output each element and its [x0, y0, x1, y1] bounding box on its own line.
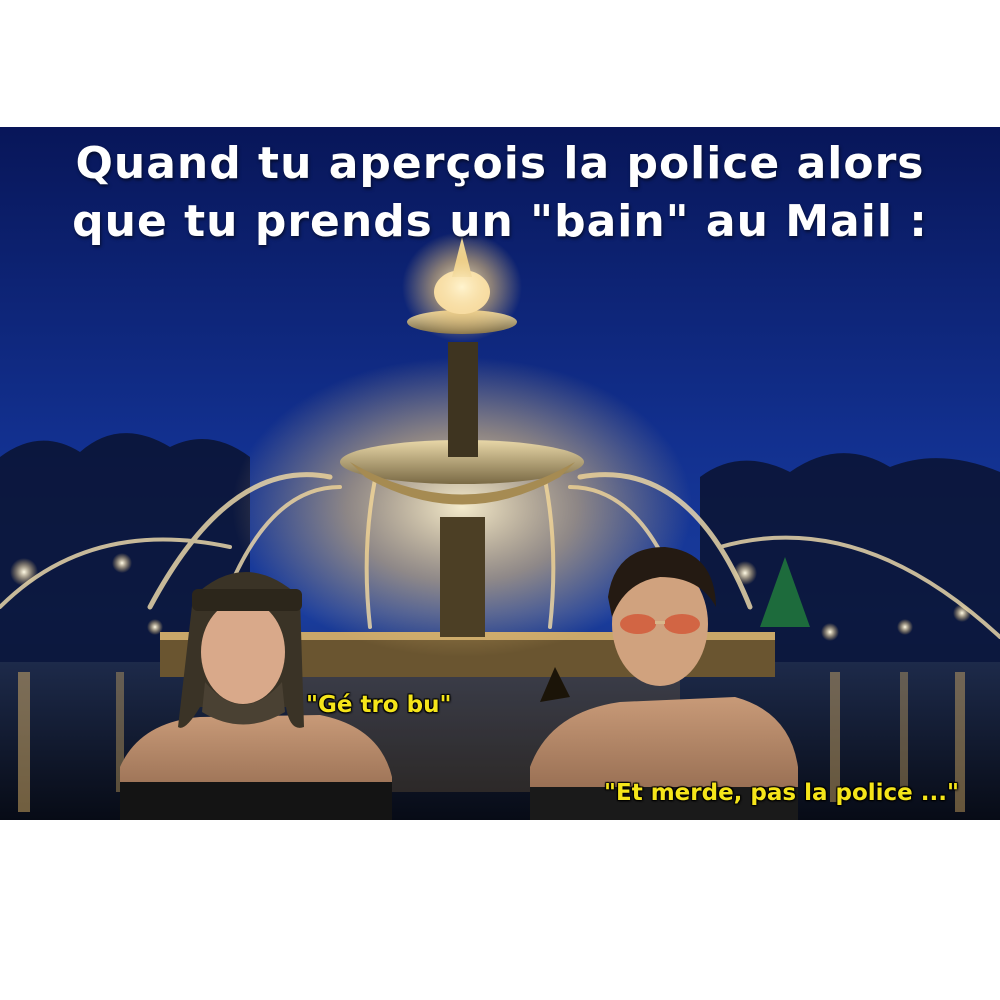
- light-reflection: [900, 672, 908, 792]
- meme-page: Quand tu aperçois la police alors que tu…: [0, 0, 1000, 1000]
- right-person-caption: "Et merde, pas la police ...": [604, 780, 959, 806]
- left-person-hat-brim: [192, 589, 302, 611]
- street-lamp: [10, 558, 38, 586]
- meme-image: Quand tu aperçois la police alors que tu…: [0, 127, 1000, 820]
- light-reflection: [18, 672, 30, 812]
- left-person-face: [201, 600, 285, 704]
- street-lamp: [112, 553, 132, 573]
- meme-title: Quand tu aperçois la police alors que tu…: [0, 135, 1000, 251]
- street-lamp: [821, 623, 839, 641]
- left-person-caption: "Gé tro bu": [306, 692, 452, 718]
- meme-title-line-1: Quand tu aperçois la police alors: [75, 138, 925, 189]
- meme-title-line-2: que tu prends un "bain" au Mail :: [72, 196, 928, 247]
- left-person-dark-water: [120, 782, 392, 820]
- street-lamp: [897, 619, 913, 635]
